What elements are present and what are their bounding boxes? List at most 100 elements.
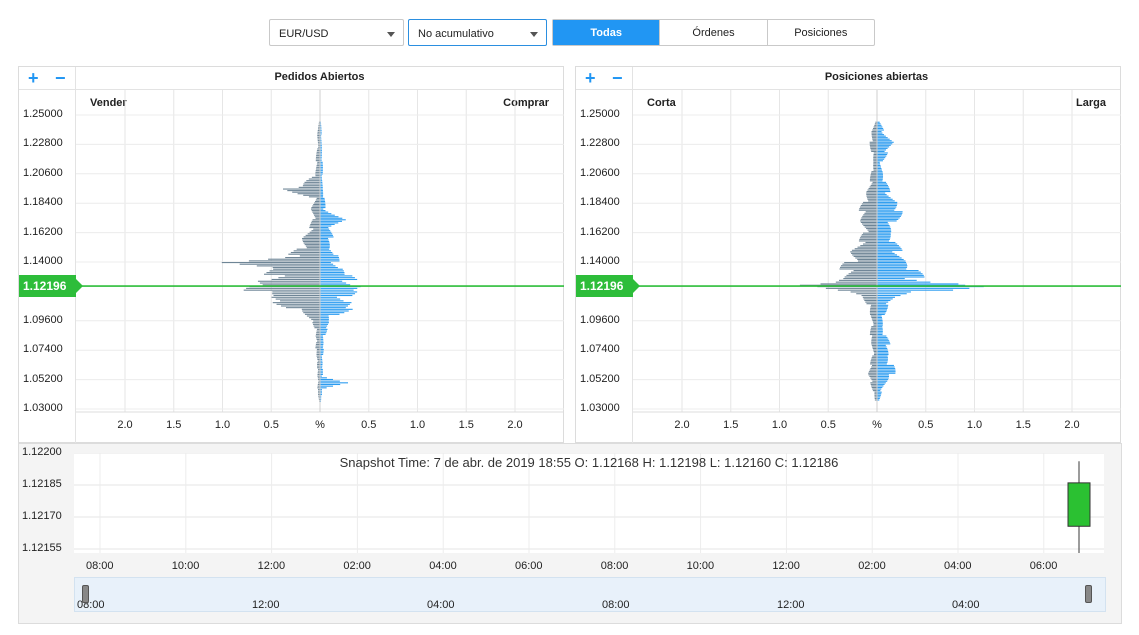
buy-bar xyxy=(877,309,888,311)
sell-bar xyxy=(868,371,877,373)
price-tick-label: 1.07400 xyxy=(23,343,63,356)
price-tick-label: 1.03000 xyxy=(23,402,63,414)
buy-bar xyxy=(320,233,333,235)
buy-bar xyxy=(320,237,329,240)
sell-bar xyxy=(315,347,320,349)
sell-bar xyxy=(861,234,877,236)
sell-bar xyxy=(864,226,877,228)
sell-bar xyxy=(870,330,877,332)
sell-bar xyxy=(867,229,877,231)
mode-select[interactable]: No acumulativo xyxy=(408,19,547,46)
buy-bar xyxy=(320,260,340,262)
buy-bar xyxy=(320,287,358,289)
sell-bar xyxy=(871,132,877,134)
buy-bar xyxy=(877,126,883,128)
sell-bar xyxy=(862,223,877,225)
buy-bar xyxy=(320,268,343,270)
sell-bar xyxy=(304,313,320,315)
sell-bar xyxy=(287,190,320,192)
sell-bar xyxy=(309,227,320,229)
sell-bar xyxy=(853,270,877,272)
zoom-in-icon[interactable]: + xyxy=(28,67,39,89)
buy-bar xyxy=(320,236,334,238)
navigator-tick-label: 04:00 xyxy=(952,599,980,611)
panel-header: + − Posiciones abiertas xyxy=(576,67,1120,90)
navigator-left-handle[interactable] xyxy=(82,585,89,603)
zoom-out-icon[interactable]: − xyxy=(612,67,623,89)
buy-bar xyxy=(320,340,324,342)
sell-bar xyxy=(302,185,320,187)
buy-bar xyxy=(877,220,897,222)
zoom-in-icon[interactable]: + xyxy=(585,67,596,89)
buy-bar xyxy=(877,320,883,322)
sell-bar xyxy=(259,282,320,284)
sell-bar xyxy=(859,206,877,208)
sell-bar xyxy=(313,203,320,206)
time-tick-label: 08:00 xyxy=(86,560,114,572)
time-tick-label: 10:00 xyxy=(171,560,200,572)
sell-bar xyxy=(861,294,877,297)
sell-bar xyxy=(266,272,320,274)
sell-bar xyxy=(872,346,877,348)
sell-bar xyxy=(312,211,320,213)
buy-bar xyxy=(877,158,885,160)
buy-bar xyxy=(877,318,883,320)
tab-posiciones[interactable]: Posiciones xyxy=(766,20,874,45)
sell-bar xyxy=(268,258,320,260)
sell-bar xyxy=(239,263,320,265)
buy-bar xyxy=(320,214,335,216)
buy-bar xyxy=(877,160,883,162)
sell-bar xyxy=(272,293,320,295)
buy-bar xyxy=(877,200,895,202)
price-tick-label: 1.12185 xyxy=(22,478,62,490)
sell-bar xyxy=(304,181,320,183)
buy-bar xyxy=(320,318,329,320)
buy-bar xyxy=(320,284,351,286)
buy-bar xyxy=(320,277,355,279)
sell-bar xyxy=(844,262,877,264)
tab-todas[interactable]: Todas xyxy=(553,20,660,45)
sell-bar xyxy=(315,199,320,201)
sell-bar xyxy=(248,260,320,262)
sell-bar xyxy=(863,232,877,234)
sell-bar xyxy=(299,255,320,257)
sell-bar xyxy=(314,216,320,218)
time-tick-label: 02:00 xyxy=(343,560,371,572)
sell-bar xyxy=(860,218,877,220)
sell-bar xyxy=(870,313,877,316)
buy-bar xyxy=(877,354,889,356)
buy-bar xyxy=(877,153,888,156)
sell-bar xyxy=(869,309,877,311)
buy-bar xyxy=(320,250,331,252)
sell-bar xyxy=(316,355,320,357)
sell-bar xyxy=(861,217,877,219)
sell-bar xyxy=(870,360,877,362)
sell-bar xyxy=(309,225,320,227)
sell-bar xyxy=(871,134,877,136)
navigator-right-handle[interactable] xyxy=(1085,585,1092,603)
sell-bar xyxy=(870,327,877,329)
sell-bar xyxy=(869,186,877,188)
buy-bar xyxy=(877,238,890,240)
buy-bar xyxy=(877,178,883,180)
zoom-out-icon[interactable]: − xyxy=(55,67,66,89)
sell-bar xyxy=(852,254,877,256)
tab-ordenes[interactable]: Órdenes xyxy=(659,20,766,45)
sell-bar xyxy=(870,174,877,176)
sell-bar xyxy=(848,273,877,275)
price-tick-label: 1.14000 xyxy=(580,255,620,267)
sell-bar xyxy=(868,374,877,376)
sell-bar xyxy=(288,253,320,255)
open-orders-panel: + − Pedidos Abiertos Vender Comprar 2.0 1… xyxy=(18,66,564,444)
price-tick-label: 1.09600 xyxy=(23,313,63,326)
sell-bar xyxy=(871,379,877,381)
time-navigator[interactable]: 08:00 12:00 04:00 08:00 12:00 04:00 xyxy=(74,577,1106,612)
buy-bar xyxy=(877,293,907,295)
symbol-select[interactable]: EUR/USD xyxy=(269,19,404,46)
sell-bar xyxy=(311,207,320,209)
buy-bar xyxy=(320,332,327,334)
buy-bar xyxy=(877,257,902,259)
sell-bar xyxy=(275,298,320,300)
time-tick-label: 06:00 xyxy=(515,560,543,572)
sell-bar xyxy=(269,270,320,272)
